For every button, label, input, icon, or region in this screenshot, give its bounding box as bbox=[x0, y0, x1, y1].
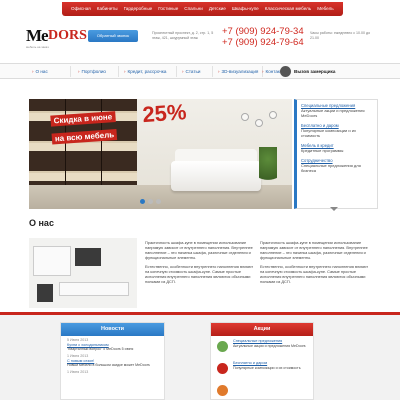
side-promo-item[interactable]: Сотрудничество Специальные предложения д… bbox=[301, 158, 373, 173]
promo-line-2: на всю мебель bbox=[51, 129, 118, 145]
topnav-item-bedrooms[interactable]: Спальни bbox=[181, 2, 206, 16]
side-promo-desc: Популярные композиции и их стоимость bbox=[301, 128, 356, 138]
menu-item-label: О нас bbox=[35, 69, 48, 74]
measurer-label: Вызов замерщика bbox=[294, 68, 336, 74]
news-header[interactable]: Новости bbox=[61, 323, 164, 336]
news-box: Новости 5 Июня 2013 Кухни с холодильнико… bbox=[60, 322, 165, 400]
side-promo-desc: Кредитные программы bbox=[301, 148, 344, 153]
slider-dots bbox=[140, 199, 161, 204]
menu-item-about[interactable]: › О нас bbox=[32, 67, 48, 76]
side-promo-desc: Специальные предложения для бизнеса bbox=[301, 163, 361, 173]
cabinet-dark bbox=[37, 284, 53, 302]
address-text: Проспектный проспект, д. 2, стр. 1, 5 эт… bbox=[152, 31, 214, 40]
menu-item-portfolio[interactable]: › Портфолио bbox=[78, 67, 106, 76]
topnav-item-closets[interactable]: Шкафы-купе bbox=[229, 2, 262, 16]
tv-stand bbox=[59, 282, 129, 296]
menu-item-3d[interactable]: › 3D-визуализация bbox=[218, 67, 258, 76]
news-date: 1 Июня 2013 bbox=[67, 369, 89, 374]
about-interior-image bbox=[29, 238, 137, 308]
star-icon bbox=[217, 385, 228, 396]
callback-button[interactable]: Обратный звонок bbox=[88, 30, 138, 42]
menu-item-label: 3D-визуализация bbox=[221, 69, 259, 74]
side-promo-item[interactable]: Мебель в кредит Кредитные программы bbox=[301, 143, 373, 153]
menu-divider bbox=[118, 66, 119, 77]
about-paragraph: Практичность шкафа-купе в помещении испо… bbox=[145, 240, 253, 260]
site-logo[interactable]: Me DORS мебель на заказ bbox=[26, 26, 87, 49]
working-hours: Часы работы: ежедневно с 10.00 до 21.00 bbox=[310, 31, 371, 40]
about-text-col-2: Практичность шкафа-купе в помещении испо… bbox=[260, 240, 372, 288]
logo-accent: DORS bbox=[48, 28, 87, 43]
slider-dot-active[interactable] bbox=[140, 199, 145, 204]
main-menu: › О нас › Портфолио › Кредит, рассрочка › Ст… bbox=[0, 63, 400, 79]
shelf-unit bbox=[33, 246, 71, 276]
tv-screen bbox=[75, 248, 101, 266]
promo-item[interactable]: Специальные предложения Актуальные акции… bbox=[211, 336, 313, 358]
slider-dot[interactable] bbox=[148, 199, 153, 204]
promo-percent: 25% bbox=[141, 99, 188, 128]
percent-icon bbox=[217, 363, 228, 374]
about-text-col-1: Практичность шкафа-купе в помещении испо… bbox=[145, 240, 257, 288]
menu-item-credit[interactable]: › Кредит, рассрочка bbox=[124, 67, 166, 76]
chevron-right-icon: › bbox=[78, 69, 80, 74]
about-paragraph: Практичность шкафа-купе в помещении испо… bbox=[260, 240, 368, 260]
top-bar: Офисная Кабинеты Гардеробные Гостиные Сп… bbox=[0, 0, 400, 18]
topnav-item-living[interactable]: Гостиные bbox=[155, 2, 181, 16]
topnav-item-classic[interactable]: Классическая мебель bbox=[262, 2, 314, 16]
banner-sofa-image bbox=[171, 161, 261, 191]
about-heading: О нас bbox=[29, 218, 54, 228]
menu-item-label: Кредит, рассрочка bbox=[127, 69, 167, 74]
news-item[interactable]: 1 Июня 2013 С новым сезон! Новый мебели … bbox=[61, 352, 164, 368]
chevron-down-icon[interactable] bbox=[330, 207, 338, 211]
chevron-right-icon: › bbox=[262, 69, 264, 74]
promos-header[interactable]: Акции bbox=[211, 323, 313, 336]
about-paragraph: Естественно, особенности внутреннего нап… bbox=[260, 264, 369, 284]
news-text: Новый мебели в большом скидке может MeDo… bbox=[67, 363, 150, 368]
hero-banner[interactable]: Скидка в июне на всю мебель 25% bbox=[29, 99, 292, 209]
chevron-right-icon: › bbox=[218, 69, 220, 74]
promo-desc: Популярные композиции и их стоимость bbox=[233, 365, 301, 370]
menu-item-label: Портфолио bbox=[81, 69, 106, 74]
menu-divider bbox=[212, 66, 213, 77]
chevron-right-icon: › bbox=[32, 69, 34, 74]
menu-divider bbox=[70, 66, 71, 77]
pendant-lamp-icon bbox=[269, 111, 277, 119]
side-promo-item[interactable]: Бесплатно и даром Популярные композиции … bbox=[301, 123, 373, 138]
side-promo-item[interactable]: Специальные предложения Актуальные акции… bbox=[301, 103, 373, 118]
logo-main: Me bbox=[26, 26, 49, 45]
topnav-item-wardrobes[interactable]: Гардеробные bbox=[121, 2, 156, 16]
phone-1: +7 (909) 924-79-34 bbox=[222, 26, 304, 37]
pendant-lamp-icon bbox=[241, 113, 249, 121]
banner-plant-image bbox=[259, 147, 277, 187]
chevron-right-icon: › bbox=[124, 69, 126, 74]
measurer-call[interactable]: Вызов замерщика bbox=[280, 64, 335, 78]
user-avatar-icon bbox=[280, 65, 291, 77]
side-promo-desc: Актуальные акции и предложения MeDoors bbox=[301, 108, 365, 118]
promos-box: Акции Специальные предложения Актуальные… bbox=[210, 322, 314, 400]
topnav-item-cabinets[interactable]: Кабинеты bbox=[94, 2, 121, 16]
top-category-nav: Офисная Кабинеты Гардеробные Гостиные Сп… bbox=[62, 2, 343, 16]
phone-block: +7 (909) 924-79-34 +7 (909) 924-79-64 bbox=[222, 26, 304, 48]
menu-item-label: Статьи bbox=[185, 69, 201, 74]
pendant-lamp-icon bbox=[255, 119, 263, 127]
menu-divider bbox=[176, 66, 177, 77]
promo-desc: Актуальные акции и предложения MeDoors bbox=[233, 343, 306, 348]
gift-icon bbox=[217, 341, 228, 352]
chevron-right-icon: › bbox=[182, 69, 184, 74]
news-item[interactable]: 5 Июня 2013 Кухни с холодильником "Кварт… bbox=[61, 336, 164, 352]
topnav-item-office[interactable]: Офисная bbox=[68, 2, 94, 16]
promo-item[interactable] bbox=[211, 380, 313, 400]
slider-dot[interactable] bbox=[156, 199, 161, 204]
menu-item-articles[interactable]: › Статьи bbox=[182, 67, 200, 76]
topnav-item-kids[interactable]: Детские bbox=[206, 2, 229, 16]
topnav-item-furniture[interactable]: Мебель bbox=[314, 2, 336, 16]
about-paragraph: Естественно, особенности внутреннего нап… bbox=[145, 264, 254, 284]
phone-2: +7 (909) 924-79-64 bbox=[222, 37, 304, 48]
logo-tagline: мебель на заказ bbox=[26, 45, 49, 49]
side-promo-box: Специальные предложения Актуальные акции… bbox=[294, 99, 378, 209]
promo-item[interactable]: Бесплатно и даром Популярные композиции … bbox=[211, 358, 313, 380]
news-item[interactable]: 1 Июня 2013 bbox=[61, 368, 164, 375]
